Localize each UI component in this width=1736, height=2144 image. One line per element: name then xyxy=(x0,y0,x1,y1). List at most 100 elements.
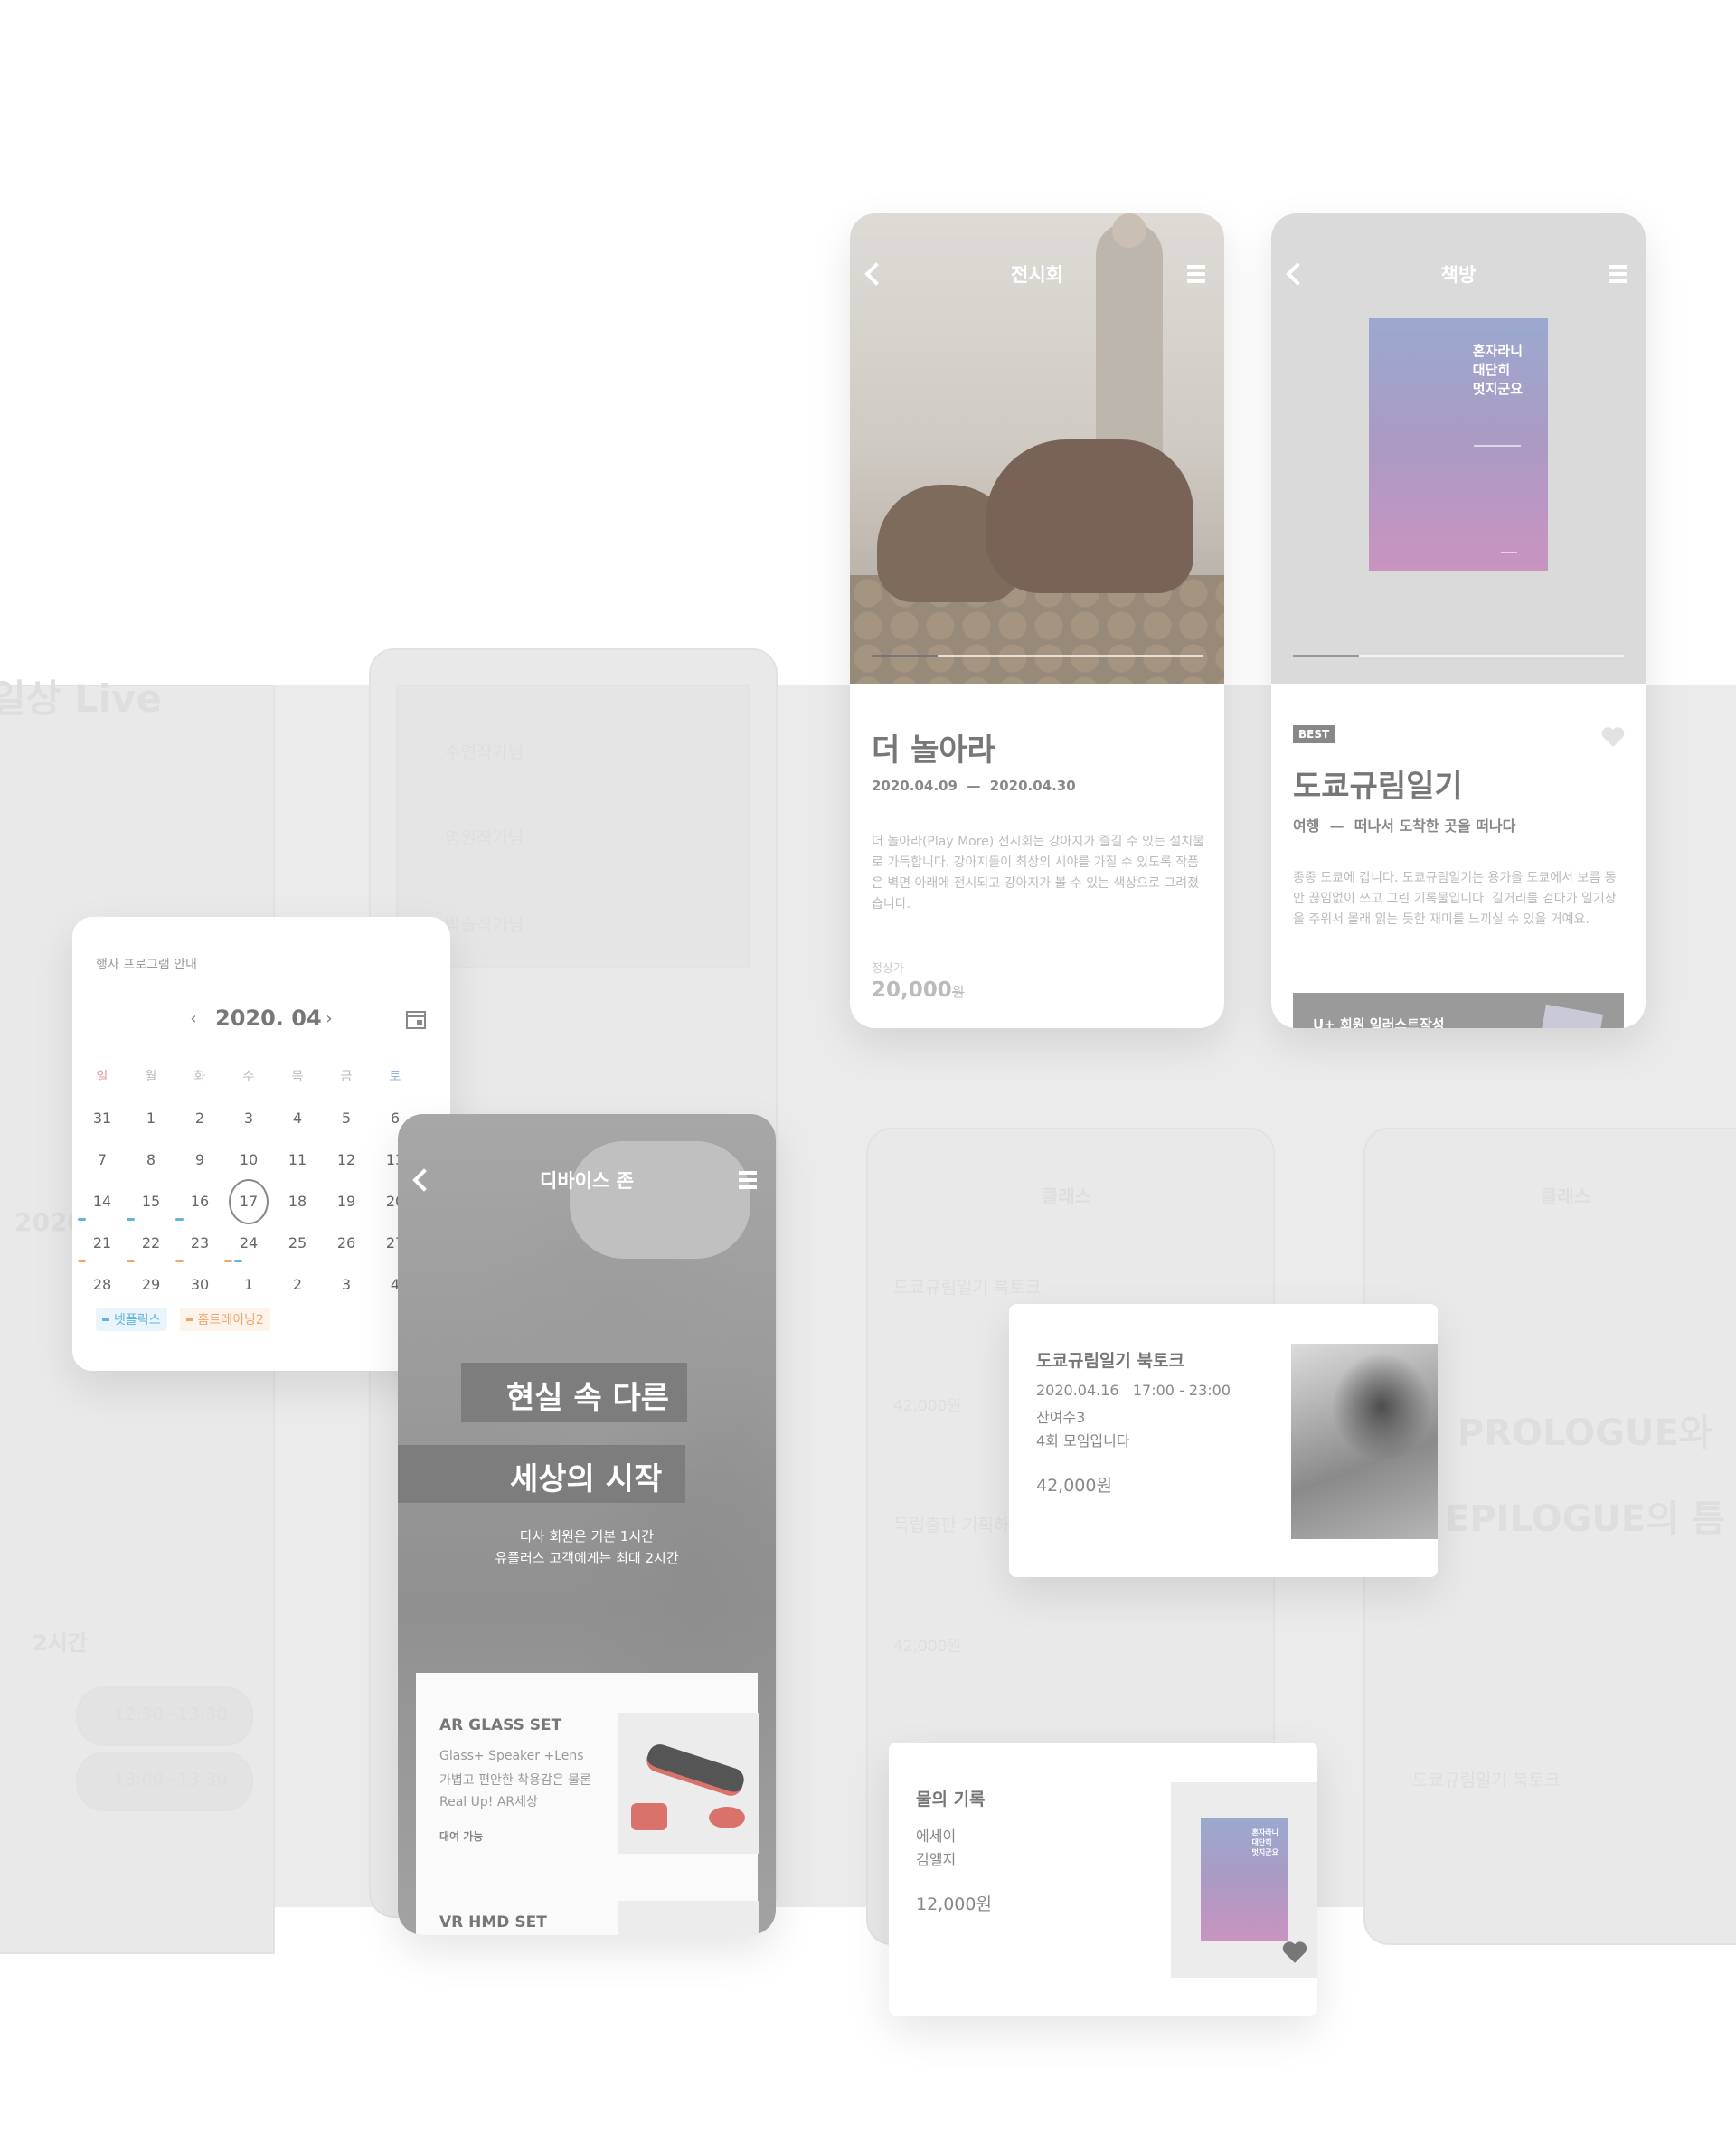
calendar-day[interactable]: 3 xyxy=(224,1105,273,1132)
book-talk-card[interactable]: 도쿄규림일기 북토크 2020.04.16 17:00 - 23:00 잔여수3… xyxy=(1009,1304,1438,1577)
calendar-day[interactable]: 9 xyxy=(175,1147,224,1174)
book-card[interactable]: 물의 기록 에세이 김엘지 12,000원 혼자라니 대단히 멋지군요 xyxy=(889,1743,1317,2016)
calendar-day-number: 4 xyxy=(292,1110,303,1127)
slider-progress-track[interactable] xyxy=(1293,655,1624,657)
calendar-day-number: 3 xyxy=(341,1276,352,1293)
device-item-ar[interactable]: AR GLASS SET Glass+ Speaker +Lens 가볍고 편안… xyxy=(416,1673,760,1857)
calendar-day[interactable]: 25 xyxy=(273,1230,322,1257)
heart-icon xyxy=(1601,727,1625,747)
calendar-day[interactable]: 22 xyxy=(127,1230,175,1262)
book-cover-line xyxy=(1474,445,1521,447)
exhibition-title: 전시회 xyxy=(1011,264,1063,286)
calendar-day[interactable]: 30 xyxy=(175,1271,224,1299)
legend-label: 넷플릭스 xyxy=(114,1313,161,1327)
calendar-day[interactable]: 7 xyxy=(78,1147,127,1174)
legend-chip[interactable]: 홈트레이닝2 xyxy=(179,1308,270,1331)
slider-progress-track[interactable] xyxy=(872,655,1203,657)
calendar-day[interactable]: 19 xyxy=(322,1188,371,1215)
calendar-day[interactable]: 26 xyxy=(322,1230,371,1257)
ghost-price-1: 42,000원 xyxy=(893,1397,962,1415)
book-cover-mark xyxy=(1501,552,1517,553)
back-button[interactable] xyxy=(1284,260,1311,288)
calendar-day[interactable]: 11 xyxy=(273,1147,322,1174)
calendar-day[interactable]: 24 xyxy=(224,1230,273,1262)
best-badge: BEST xyxy=(1293,725,1335,743)
calendar-day-number: 5 xyxy=(341,1110,352,1127)
calendar-day-number: 22 xyxy=(141,1234,161,1251)
calendar-day-number: 10 xyxy=(239,1151,259,1168)
calendar-day[interactable]: 5 xyxy=(322,1105,371,1132)
event-marker xyxy=(224,1260,232,1262)
price-amount: 20,000 xyxy=(872,978,952,1002)
back-button[interactable] xyxy=(863,260,890,288)
event-marker xyxy=(234,1260,242,1262)
ghost-event-1: 도쿄규림일기 북토크 xyxy=(893,1278,1042,1298)
calendar-day[interactable]: 17 xyxy=(224,1179,273,1224)
legend-chip[interactable]: 넷플릭스 xyxy=(96,1308,167,1331)
back-button[interactable] xyxy=(410,1166,438,1194)
calendar-day[interactable]: 2 xyxy=(273,1271,322,1299)
calendar-day-number: 9 xyxy=(194,1151,205,1168)
calendar-day-number: 18 xyxy=(288,1193,307,1210)
talk-meeting: 4회 모임입니다 xyxy=(1036,1432,1130,1450)
device-desc-3: Real Up! AR세상 xyxy=(439,1795,538,1809)
book-description: 종종 도쿄에 갑니다. 도쿄규림일기는 용가을 도쿄에서 보름 동안 끊임없이 … xyxy=(1293,871,1617,927)
calendar-day-number: 28 xyxy=(92,1276,112,1293)
ghost-price-2: 42,000원 xyxy=(893,1638,962,1656)
device-status: 대여 가능 xyxy=(439,1830,484,1843)
menu-icon xyxy=(1187,265,1205,283)
dog-shape-right xyxy=(986,439,1194,593)
like-button[interactable] xyxy=(1600,725,1626,749)
promo-banner[interactable]: U+ 회원 일러스트작성 xyxy=(1293,993,1624,1028)
ar-speaker-shape xyxy=(709,1807,745,1828)
legend-mark xyxy=(102,1318,109,1321)
calendar-picker-button[interactable] xyxy=(403,1007,429,1033)
calendar-day[interactable]: 23 xyxy=(175,1230,224,1262)
calendar-day[interactable]: 18 xyxy=(273,1188,322,1215)
talk-seats: 잔여수3 xyxy=(1036,1409,1086,1426)
calendar-icon xyxy=(406,1011,426,1029)
calendar-day[interactable]: 15 xyxy=(127,1188,175,1221)
calendar-day[interactable]: 21 xyxy=(78,1230,127,1262)
calendar-day[interactable]: 8 xyxy=(127,1147,175,1174)
calendar-day[interactable]: 4 xyxy=(273,1105,322,1132)
like-button[interactable] xyxy=(1281,1940,1308,1965)
ghost-live-title: 일상 Live xyxy=(0,676,162,721)
menu-button[interactable] xyxy=(734,1166,761,1194)
menu-button[interactable] xyxy=(1183,260,1210,288)
promo-banner-text: U+ 회원 일러스트작성 xyxy=(1313,1016,1445,1028)
calendar-day[interactable]: 29 xyxy=(127,1271,175,1299)
talk-price: 42,000원 xyxy=(1036,1476,1112,1496)
menu-button[interactable] xyxy=(1604,260,1631,288)
next-month-button[interactable]: › xyxy=(318,1007,340,1029)
calendar-day-number: 2 xyxy=(292,1276,303,1293)
event-marker xyxy=(127,1218,135,1221)
book-cover[interactable]: 혼자라니 대단히 멋지군요 xyxy=(1369,318,1548,571)
menu-icon xyxy=(739,1171,757,1189)
calendar-day-number: 19 xyxy=(336,1193,356,1210)
device-item-vr[interactable]: VR HMD SET xyxy=(416,1872,760,1935)
calendar-day-number: 21 xyxy=(92,1234,112,1251)
book-card-author: 김엘지 xyxy=(916,1851,957,1868)
exhibition-name: 더 놀아라 xyxy=(872,732,995,769)
slider-progress-fill xyxy=(1293,655,1360,657)
exhibition-hero-photo: 전시회 xyxy=(850,213,1224,684)
ghost-artist-3: 박솔작가님 xyxy=(445,915,524,935)
calendar-day[interactable]: 3 xyxy=(322,1271,371,1299)
calendar-day[interactable]: 12 xyxy=(322,1147,371,1174)
calendar-day[interactable]: 14 xyxy=(78,1188,127,1221)
calendar-day[interactable]: 10 xyxy=(224,1147,273,1174)
bookstore-screen: 책방 혼자라니 대단히 멋지군요 BEST 도쿄규림일기 여행 — 떠나서 도착… xyxy=(1271,213,1646,1028)
ghost-event-2: 독립출판 기획하기 xyxy=(893,1516,1025,1535)
promo-banner-image xyxy=(1540,1004,1603,1028)
calendar-day[interactable]: 2 xyxy=(175,1105,224,1132)
slider-progress-fill xyxy=(872,655,939,657)
calendar-day[interactable]: 31 xyxy=(78,1105,127,1132)
calendar-day[interactable]: 16 xyxy=(175,1188,224,1221)
calendar-day[interactable]: 1 xyxy=(224,1271,273,1299)
book-card-price: 12,000원 xyxy=(916,1894,992,1914)
calendar-day[interactable]: 28 xyxy=(78,1271,127,1299)
prev-month-button[interactable]: ‹ xyxy=(183,1007,204,1029)
calendar-day[interactable]: 1 xyxy=(127,1105,175,1132)
calendar-day-number: 16 xyxy=(190,1193,210,1210)
